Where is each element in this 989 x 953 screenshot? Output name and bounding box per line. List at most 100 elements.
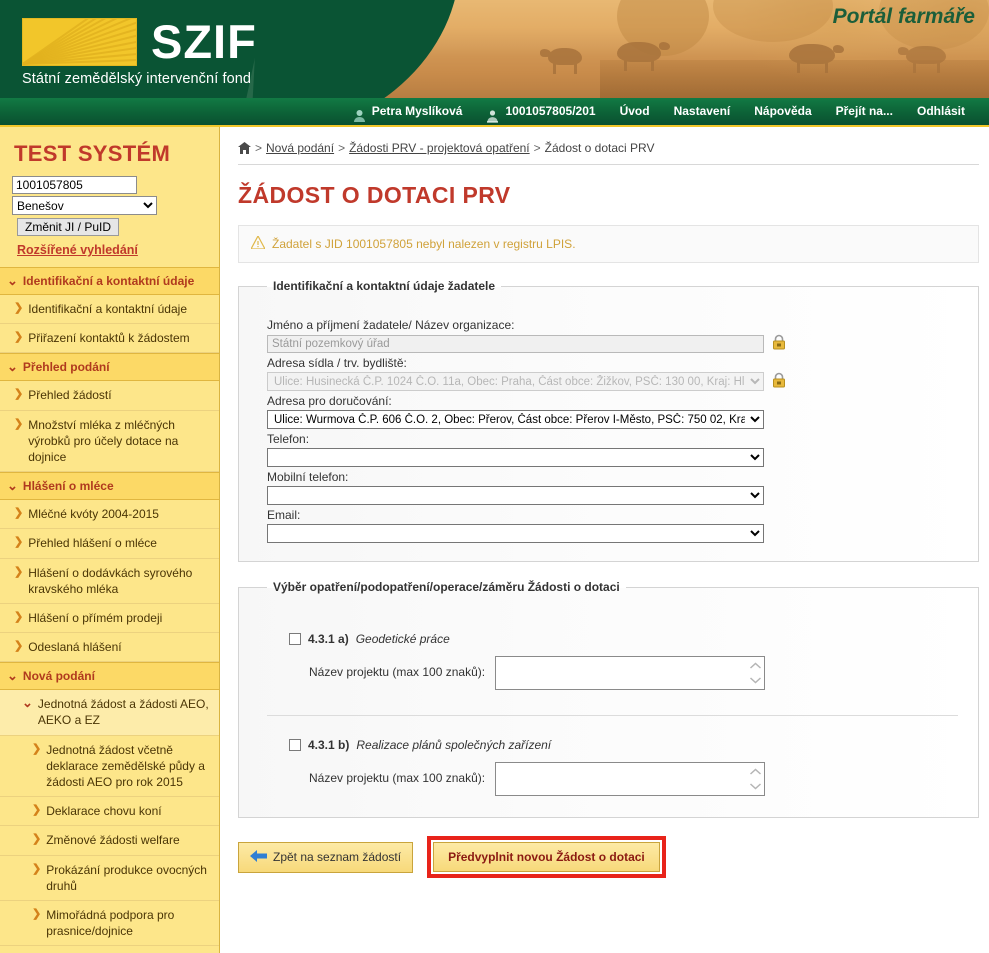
project-name-input-431a[interactable] — [495, 656, 766, 690]
sidebar-section-hl-en-o-ml-ce[interactable]: ⌄ Hlášení o mléce — [0, 472, 219, 501]
prefill-new-application-button[interactable]: Předvyplnit novou Žádost o dotaci — [433, 842, 660, 872]
breadcrumb-separator: > — [338, 141, 346, 155]
sidebar-section-identifika-n-a-kontaktn-daje[interactable]: ⌄ Identifikační a kontaktní údaje — [0, 267, 219, 295]
measure-divider — [267, 715, 958, 716]
chevron-down-icon: ⌄ — [7, 478, 18, 494]
sidebar-section-p-ehled-pod-n[interactable]: ⌄ Přehled podání — [0, 353, 219, 382]
sidebar-item-jednotn-dost-v-etn-deklarace-zem-d-lsk-p[interactable]: ❯ Jednotná žádost včetně deklarace zemědě… — [0, 735, 219, 798]
action-bar: Zpět na seznam žádostí Předvyplnit novou… — [238, 836, 979, 878]
nav-item-uvod[interactable]: Úvod — [608, 97, 662, 126]
user-icon — [353, 105, 366, 122]
home-icon[interactable] — [238, 142, 251, 154]
sidebar-nav: ⌄ Identifikační a kontaktní údaje ❯ Identif… — [0, 267, 219, 953]
applicant-name-input — [267, 334, 764, 353]
project-name-label: Název projektu (max 100 znaků): — [309, 771, 486, 785]
project-name-input-431b[interactable] — [495, 762, 766, 796]
chevron-right-icon: ❯ — [32, 742, 42, 755]
sidebar-item-zm-nov-dosti-welfare[interactable]: ❯ Změnové žádosti welfare — [0, 826, 219, 856]
measure-name: Realizace plánů společných zařízení — [356, 738, 552, 752]
portal-title: Portál farmáře — [832, 5, 975, 28]
nav-item-nastaveni[interactable]: Nastavení — [662, 97, 743, 126]
sidebar-item-label: Přiřazení kontaktů k žádostem — [28, 331, 190, 346]
sidebar-item-label: Nová podání — [22, 669, 95, 684]
email-select[interactable] — [267, 524, 764, 543]
sidebar-item-label: Přehled hlášení o mléce — [28, 536, 157, 551]
sidebar-item-label: Deklarace chovu koní — [46, 804, 162, 819]
sidebar-item-identifika-n-a-kontaktn-daje[interactable]: ❯ Identifikační a kontaktní údaje — [0, 295, 219, 325]
phone-select[interactable] — [267, 448, 764, 467]
cow-silhouette — [898, 46, 947, 73]
page-layout: TEST SYSTÉM Benešov Změnit JI / PuID Roz… — [0, 127, 989, 953]
sidebar-item-label: Jednotná žádost včetně deklarace zeměděl… — [46, 742, 205, 789]
szif-logo[interactable]: SZIF Státní zemědělský intervenční fond — [22, 18, 257, 87]
delivery-address-select[interactable]: Ulice: Wurmova Č.P. 606 Č.O. 2, Obec: Př… — [267, 410, 764, 429]
sidebar-item-p-ehled-dost[interactable]: ❯ Přehled žádostí — [0, 381, 219, 411]
sidebar-item-odeslan-hl-en[interactable]: ❯ Odeslaná hlášení — [0, 633, 219, 663]
nav-user[interactable]: Petra Myslíková — [341, 97, 475, 126]
measure-checkbox-431b[interactable] — [289, 739, 301, 751]
chevron-down-icon: ⌄ — [7, 359, 18, 375]
chevron-down-icon: ⌄ — [7, 668, 18, 684]
sidebar-item-label: Prokázání produkce ovocných druhů — [46, 862, 207, 893]
sidebar-section-nov-pod-n[interactable]: ⌄ Nová podání — [0, 662, 219, 691]
breadcrumb-item-zadosti-prv[interactable]: Žádosti PRV - projektová opatření — [349, 141, 530, 155]
test-system-label: TEST SYSTÉM — [14, 141, 171, 166]
region-select[interactable]: Benešov — [12, 196, 157, 215]
chevron-right-icon: ❯ — [14, 417, 24, 430]
szif-logo-mark — [22, 18, 137, 66]
sidebar-item-label: Změnové žádosti welfare — [46, 833, 180, 848]
sidebar-item-label: Hlášení o dodávkách syrového kravského m… — [28, 565, 193, 596]
nav-user-id[interactable]: 1001057805/201 — [474, 97, 607, 126]
back-to-list-label: Zpět na seznam žádostí — [273, 850, 402, 864]
advanced-search-link[interactable]: Rozšířené vyhledání — [17, 243, 138, 257]
sidebar-item-prok-z-n-produkce-ovocn-ch-druh[interactable]: ❯ Prokázání produkce ovocných druhů — [0, 855, 219, 901]
sidebar-item-label: Identifikační a kontaktní údaje — [28, 302, 187, 316]
mobile-select[interactable] — [267, 486, 764, 505]
sidebar-item-mimo-dn-podpora-pro-prasnice-dojnice[interactable]: ❯ Mimořádná podpora pro prasnice/dojnice — [0, 900, 219, 947]
site-banner: SZIF Státní zemědělský intervenční fond … — [0, 0, 989, 98]
jid-input[interactable] — [12, 176, 137, 194]
nav-user-id-label: 1001057805/201 — [505, 104, 596, 118]
tree-silhouette — [713, 0, 834, 42]
chevron-down-icon: ⌄ — [22, 695, 33, 711]
project-name-label: Název projektu (max 100 znaků): — [309, 665, 486, 679]
sidebar-item-rozpracovan-dosti[interactable]: ❯Rozpracované žádosti — [0, 946, 219, 953]
sidebar-item-mno-stv-ml-ka-z-ml-n-ch-v-robk-pro-ely-d[interactable]: ❯ Množství mléka z mléčných výrobků pro ú… — [0, 410, 219, 473]
sidebar-item-label: Množství mléka z mléčných výrobků pro úč… — [28, 417, 179, 464]
measures-fieldset: Výběr opatření/podopatření/operace/záměr… — [238, 580, 979, 818]
nav-item-prejit-na[interactable]: Přejít na... — [824, 97, 905, 126]
warning-triangle-icon — [249, 234, 267, 252]
measure-checkbox-431a[interactable] — [289, 633, 301, 645]
breadcrumb-separator: > — [533, 141, 541, 155]
alert-text: Žadatel s JID 1001057805 nebyl nalezen v… — [272, 237, 576, 251]
chevron-right-icon: ❯ — [14, 331, 24, 344]
arrow-left-icon — [250, 849, 267, 865]
field-label-email: Email: — [267, 508, 301, 522]
breadcrumb-item-nova-podani[interactable]: Nová podání — [266, 141, 334, 155]
sidebar-item-hl-en-o-p-m-m-prodeji[interactable]: ❯ Hlášení o přímém prodeji — [0, 603, 219, 634]
measure-code: 4.3.1 b) — [308, 738, 350, 752]
back-to-list-button[interactable]: Zpět na seznam žádostí — [238, 841, 414, 873]
szif-logo-text: SZIF — [151, 14, 257, 68]
sidebar-item-jednotn-dost-a-dosti-aeo-aeko-a-ez[interactable]: ⌄ Jednotná žádost a žádosti AEO, AEKO a E… — [0, 690, 219, 736]
sidebar-item-p-ehled-hl-en-o-ml-ce[interactable]: ❯ Přehled hlášení o mléce — [0, 529, 219, 559]
sidebar-item-hl-en-o-dod-vk-ch-syrov-ho-kravsk-ho-ml-[interactable]: ❯ Hlášení o dodávkách syrového kravského … — [0, 558, 219, 604]
cow-silhouette — [789, 44, 845, 73]
nav-item-napoveda[interactable]: Nápověda — [742, 97, 823, 126]
seat-address-select: Ulice: Husinecká Č.P. 1024 Č.O. 11a, Obe… — [267, 372, 764, 391]
measure-code: 4.3.1 a) — [308, 632, 349, 646]
cow-silhouette — [616, 42, 670, 71]
applicant-fieldset-legend: Identifikační a kontaktní údaje žadatele — [273, 279, 496, 293]
measure-row: 4.3.1 b) Realizace plánů společných zaří… — [267, 738, 958, 799]
sidebar-item-ml-n-kv-ty-2004-2015[interactable]: ❯ Mléčné kvóty 2004-2015 — [0, 500, 219, 530]
sidebar-item-p-i-azen-kontakt-k-dostem[interactable]: ❯ Přiřazení kontaktů k žádostem — [0, 324, 219, 354]
chevron-down-icon: ⌄ — [7, 273, 18, 288]
nav-item-odhlasit[interactable]: Odhlásit — [905, 97, 977, 126]
sidebar-item-label: Hlášení o mléce — [22, 479, 114, 494]
chevron-right-icon: ❯ — [14, 640, 24, 653]
change-ji-puid-button[interactable]: Změnit JI / PuID — [17, 218, 120, 236]
chevron-right-icon: ❯ — [32, 833, 42, 846]
measure-name: Geodetické práce — [355, 632, 450, 646]
chevron-right-icon: ❯ — [14, 610, 24, 623]
sidebar-item-deklarace-chovu-kon[interactable]: ❯ Deklarace chovu koní — [0, 797, 219, 827]
